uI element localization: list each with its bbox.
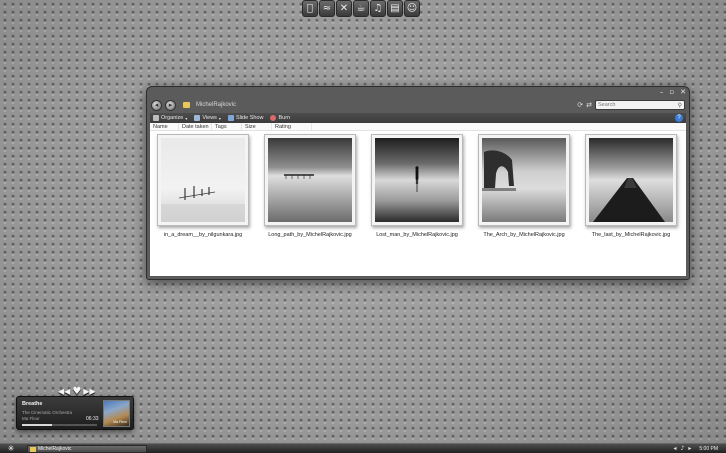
track-title: Breathe	[22, 401, 43, 407]
tray-arrow-icon[interactable]: ◂	[674, 445, 677, 452]
column-tags[interactable]: Tags	[212, 123, 242, 130]
slideshow-button[interactable]: Slide Show	[227, 115, 264, 121]
address-bar[interactable]: MichelRajkovic	[196, 102, 236, 108]
search-icon[interactable]: ⚲	[678, 102, 682, 109]
file-view: Name Date taken Tags Size Rating in_a_dr…	[150, 123, 686, 276]
views-button[interactable]: Views ▾	[194, 115, 221, 121]
chevron-down-icon: ▾	[218, 115, 221, 121]
cup-icon[interactable]: ☕	[353, 0, 369, 17]
help-icon[interactable]: ?	[675, 114, 683, 122]
thumbnail[interactable]	[585, 134, 677, 226]
burn-button[interactable]: Burn	[270, 115, 290, 121]
chevron-down-icon: ▾	[185, 115, 188, 121]
track-artist: The Cinematic Orchestra	[22, 410, 73, 415]
thumbnail[interactable]	[157, 134, 249, 226]
track-album: Ma Fleur	[22, 416, 40, 421]
photo-sea-arch	[482, 138, 566, 222]
column-rating[interactable]: Rating	[272, 123, 312, 130]
command-bar: Organize ▾ Views ▾ Slide Show Burn ?	[150, 113, 686, 123]
search-box[interactable]: ⚲	[595, 100, 685, 110]
finder-icon[interactable]: ☺	[404, 0, 420, 17]
folder-icon	[30, 446, 36, 452]
organize-icon	[153, 115, 159, 121]
photo-long-pier	[268, 138, 352, 222]
thumbnail[interactable]	[264, 134, 356, 226]
maximize-button[interactable]: ▫	[669, 88, 674, 96]
album-art-caption: Ma Fleur	[113, 420, 127, 424]
clock[interactable]: 5:00 PM	[699, 446, 718, 452]
progress-fill	[22, 424, 52, 426]
search-input[interactable]	[598, 101, 676, 109]
minimize-button[interactable]: –	[660, 88, 664, 96]
taskbar-item-label: MichelRajkovic	[38, 446, 72, 452]
system-tray: ◂ ♪ ▸ 5:00 PM	[674, 445, 719, 452]
progress-bar[interactable]	[22, 424, 97, 426]
burn-label: Burn	[278, 115, 291, 121]
burn-icon	[270, 115, 277, 121]
organize-button[interactable]: Organize ▾	[153, 115, 187, 121]
file-name[interactable]: The_last_by_MichelRajkovic.jpg	[566, 232, 696, 238]
column-name[interactable]: Name	[150, 123, 179, 130]
explorer-window: – ▫ ✕ ◂ ▸ MichelRajkovic ⟳ ⇄ ⚲ Organize …	[146, 86, 690, 280]
taskbar-item-explorer[interactable]: MichelRajkovic	[27, 445, 147, 453]
file-item[interactable]: The_last_by_MichelRajkovic.jpg	[585, 134, 677, 238]
track-time: 06:33	[86, 416, 99, 422]
apple-icon[interactable]: 	[302, 0, 318, 17]
file-item[interactable]: Long_path_by_MichelRajkovic.jpg	[264, 134, 356, 238]
notes-icon[interactable]: ▤	[387, 0, 403, 17]
folder-icon	[183, 102, 190, 108]
thumbnail[interactable]	[371, 134, 463, 226]
tools-icon[interactable]: ✕	[336, 0, 352, 17]
top-dock:  ≈ ✕ ☕ ♫ ▤ ☺	[302, 0, 420, 18]
close-button[interactable]: ✕	[680, 88, 686, 96]
column-date-taken[interactable]: Date taken	[179, 123, 212, 130]
music-icon[interactable]: ♫	[370, 0, 386, 17]
column-headers: Name Date taken Tags Size Rating	[150, 123, 686, 131]
column-size[interactable]: Size	[242, 123, 272, 130]
taskbar: ✳ MichelRajkovic ◂ ♪ ▸ 5:00 PM	[0, 443, 726, 453]
start-button[interactable]: ✳	[6, 444, 16, 453]
wifi-icon[interactable]: ≈	[319, 0, 335, 17]
file-item[interactable]: Lost_man_by_MichelRajkovic.jpg	[371, 134, 463, 238]
photo-lost-man	[375, 138, 459, 222]
back-button[interactable]: ◂	[151, 99, 162, 111]
forward-button[interactable]: ▸	[165, 99, 176, 111]
media-player-gadget: Breathe The Cinematic Orchestra Ma Fleur…	[16, 396, 134, 430]
file-item[interactable]: The_Arch_by_MichelRajkovic.jpg	[478, 134, 570, 238]
thumbnail-grid: in_a_dream__by_nilgunkara.jpg Long_path_…	[150, 134, 686, 244]
photo-last-jetty	[589, 138, 673, 222]
views-label: Views	[202, 115, 217, 121]
title-bar[interactable]: – ▫ ✕	[147, 87, 689, 97]
go-icon[interactable]: ⇄	[586, 101, 592, 109]
views-icon	[194, 115, 201, 121]
thumbnail[interactable]	[478, 134, 570, 226]
address-row: ◂ ▸ MichelRajkovic ⟳ ⇄ ⚲	[151, 98, 685, 112]
organize-label: Organize	[161, 115, 184, 121]
slideshow-label: Slide Show	[235, 115, 264, 121]
volume-icon[interactable]: ♪	[681, 445, 685, 452]
photo-pier-in-fog	[161, 138, 245, 222]
file-item[interactable]: in_a_dream__by_nilgunkara.jpg	[157, 134, 249, 238]
refresh-icon[interactable]: ⟳	[577, 101, 583, 109]
network-icon[interactable]: ▸	[688, 445, 691, 452]
slideshow-icon	[227, 115, 234, 121]
